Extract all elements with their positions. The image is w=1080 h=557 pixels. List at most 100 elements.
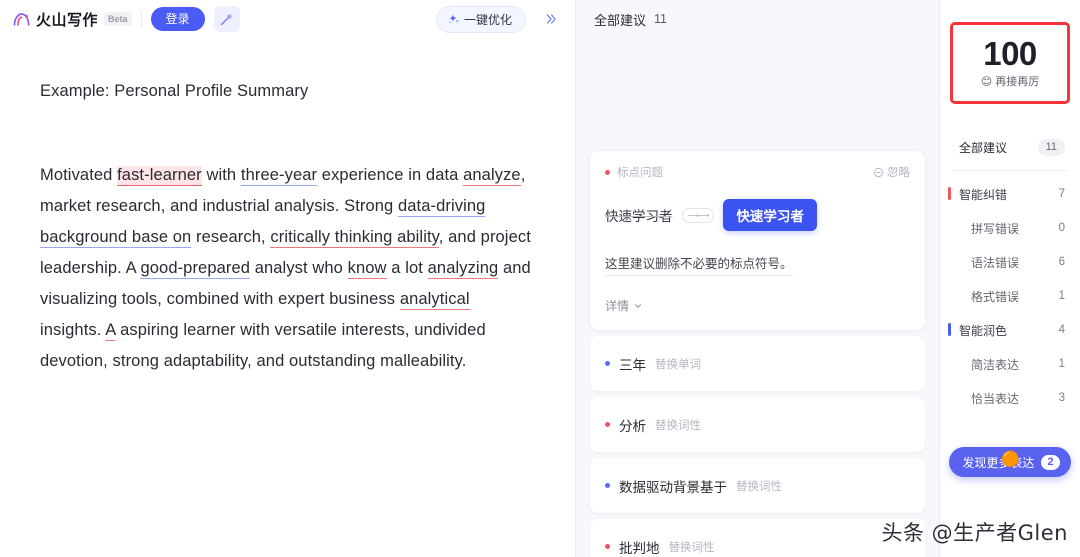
doc-text: a lot — [386, 259, 428, 277]
category-row-简洁表达[interactable]: 简洁表达 1 — [940, 347, 1080, 381]
suggestions-count: 11 — [654, 12, 667, 26]
details-label: 详情 — [605, 299, 630, 313]
severity-dot-icon — [605, 422, 610, 427]
app-root: 火山写作 Beta 登录 一键优化 Example: Personal Prof… — [0, 0, 1080, 557]
doc-suggestion-span[interactable]: good-prepared — [140, 259, 251, 279]
category-name: 拼写错误 — [971, 221, 1020, 236]
discover-emoji-icon: 🟠 — [1001, 451, 1021, 468]
severity-dot-icon — [605, 169, 610, 175]
severity-dot-icon — [605, 483, 610, 488]
document-body[interactable]: Motivated fast-learner with three-year e… — [40, 160, 533, 377]
category-row-拼写错误[interactable]: 拼写错误 0 — [940, 211, 1080, 245]
doc-suggestion-span[interactable]: critically thinking ability — [270, 228, 439, 248]
doc-suggestion-span[interactable]: A — [105, 321, 116, 341]
login-button[interactable]: 登录 — [150, 7, 205, 31]
suggestions-title: 全部建议 — [594, 12, 647, 28]
smile-emoji-icon: 😊 — [980, 75, 993, 88]
suggestion-card-active[interactable]: 标点问题 忽略 快速学习者 ⟶⟶ 快速学习者 这里建议删除不必要的标点符号。 详… — [590, 151, 925, 330]
score-caption: 😊 再接再厉 — [981, 73, 1039, 89]
category-count: 4 — [1058, 324, 1065, 336]
suggestion-word: 批判地 — [619, 540, 660, 556]
suggestion-kind: 替换词性 — [668, 541, 715, 554]
brand-name: 火山写作 — [36, 11, 99, 29]
suggestion-kind: 替换词性 — [655, 419, 701, 432]
suggestion-details-toggle[interactable]: 详情 — [605, 297, 910, 314]
apply-replacement-button[interactable]: 快速学习者 — [723, 199, 817, 231]
category-count: 3 — [1058, 392, 1065, 404]
doc-text: research, — [191, 228, 271, 246]
discover-more-count: 2 — [1041, 454, 1060, 470]
discover-more-button[interactable]: 发现更多表达 2 🟠 — [949, 447, 1071, 477]
category-row-智能纠错[interactable]: 智能纠错 7 — [940, 177, 1080, 211]
category-count: 1 — [1058, 358, 1065, 370]
toolbar-divider — [140, 11, 142, 27]
suggestion-rows: 三年 替换单词 分析 替换词性 数据驱动背景基于 替换词性 批判地 替换词性 — [590, 336, 925, 557]
category-name: 格式错误 — [971, 289, 1020, 304]
editor-toolbar: 火山写作 Beta 登录 一键优化 — [0, 0, 575, 38]
one-click-optimize-button[interactable]: 一键优化 — [435, 5, 526, 33]
suggestion-kind: 替换单词 — [655, 358, 701, 371]
editor-pane: 火山写作 Beta 登录 一键优化 Example: Personal Prof… — [0, 0, 576, 557]
optimize-label: 一键优化 — [463, 12, 512, 27]
minus-circle-icon — [873, 167, 884, 177]
suggestion-type-label: 标点问题 — [617, 167, 663, 179]
suggestion-row[interactable]: 三年 替换单词 — [590, 336, 925, 391]
category-name: 智能润色 — [959, 323, 1008, 338]
doc-suggestion-span[interactable]: know — [347, 259, 387, 279]
doc-suggestion-span[interactable]: analyzing — [427, 259, 499, 279]
suggestion-row[interactable]: 数据驱动背景基于 替换词性 — [590, 458, 925, 513]
category-row-智能润色[interactable]: 智能润色 4 — [940, 313, 1080, 347]
suggestion-word: 数据驱动背景基于 — [619, 479, 727, 495]
doc-suggestion-span[interactable]: three-year — [240, 166, 318, 186]
sparkle-icon — [449, 14, 459, 23]
severity-dot-icon — [605, 361, 610, 366]
suggestion-word: 三年 — [619, 357, 646, 373]
category-color-bar — [948, 187, 951, 200]
suggestion-type: 标点问题 — [605, 164, 663, 180]
replacement-row: 快速学习者 ⟶⟶ 快速学习者 — [605, 199, 910, 231]
document-editor[interactable]: Example: Personal Profile Summary Motiva… — [0, 38, 575, 557]
category-row-恰当表达[interactable]: 恰当表达 3 — [940, 381, 1080, 415]
ignore-label: 忽略 — [887, 167, 910, 179]
doc-text: with — [201, 166, 241, 184]
magic-wand-icon — [220, 12, 233, 25]
doc-suggestion-span[interactable]: analyze — [463, 166, 521, 186]
doc-suggestion-span[interactable]: analytical — [399, 290, 470, 310]
chevron-down-icon — [635, 303, 641, 308]
category-name: 恰当表达 — [971, 391, 1020, 406]
doc-text: experience in data — [317, 166, 464, 184]
doc-text: analyst who — [250, 259, 348, 277]
volcano-logo-icon — [13, 13, 30, 26]
category-count: 11 — [1037, 138, 1065, 156]
suggestion-row[interactable]: 分析 替换词性 — [590, 397, 925, 452]
category-name: 语法错误 — [971, 255, 1020, 270]
suggestion-row[interactable]: 批判地 替换词性 — [590, 519, 925, 557]
replace-arrow-icon: ⟶⟶ — [681, 207, 715, 223]
original-word: 快速学习者 — [605, 209, 673, 224]
double-chevron-right-icon — [546, 14, 556, 24]
category-name: 智能纠错 — [959, 187, 1008, 202]
discover-more-label: 发现更多表达 — [962, 455, 1035, 470]
brand-logo[interactable]: 火山写作 Beta — [12, 9, 132, 30]
category-row-语法错误[interactable]: 语法错误 6 — [940, 245, 1080, 279]
doc-text: insights. — [40, 321, 106, 339]
suggestions-list[interactable]: 标点问题 忽略 快速学习者 ⟶⟶ 快速学习者 这里建议删除不必要的标点符号。 详… — [576, 38, 939, 557]
severity-dot-icon — [605, 544, 610, 549]
category-count: 6 — [1058, 256, 1065, 268]
category-list: 全部建议 11 智能纠错 7 拼写错误 0 语法错误 6 格式错误 1 智能润色 4 简洁表达 1 恰当表达… — [940, 130, 1080, 415]
category-separator — [952, 170, 1068, 171]
collapse-panel-button[interactable] — [539, 7, 563, 31]
score-value: 100 — [983, 35, 1037, 72]
suggestion-kind: 替换词性 — [736, 480, 782, 493]
category-row-全部建议[interactable]: 全部建议 11 — [940, 130, 1080, 164]
magic-wand-button[interactable] — [213, 6, 240, 32]
score-box: 100 😊 再接再厉 — [950, 22, 1070, 104]
doc-suggestion-span[interactable]: fast-learner — [117, 166, 202, 186]
suggestion-description: 这里建议删除不必要的标点符号。 — [605, 253, 793, 276]
category-count: 0 — [1058, 222, 1065, 234]
ignore-button[interactable]: 忽略 — [873, 164, 910, 180]
category-count: 7 — [1058, 188, 1065, 200]
discover-more-wrap: 发现更多表达 2 🟠 — [940, 447, 1080, 477]
score-sidebar: 100 😊 再接再厉 全部建议 11 智能纠错 7 拼写错误 0 语法错误 6 格式错误 1 智能润… — [940, 0, 1080, 557]
category-row-格式错误[interactable]: 格式错误 1 — [940, 279, 1080, 313]
